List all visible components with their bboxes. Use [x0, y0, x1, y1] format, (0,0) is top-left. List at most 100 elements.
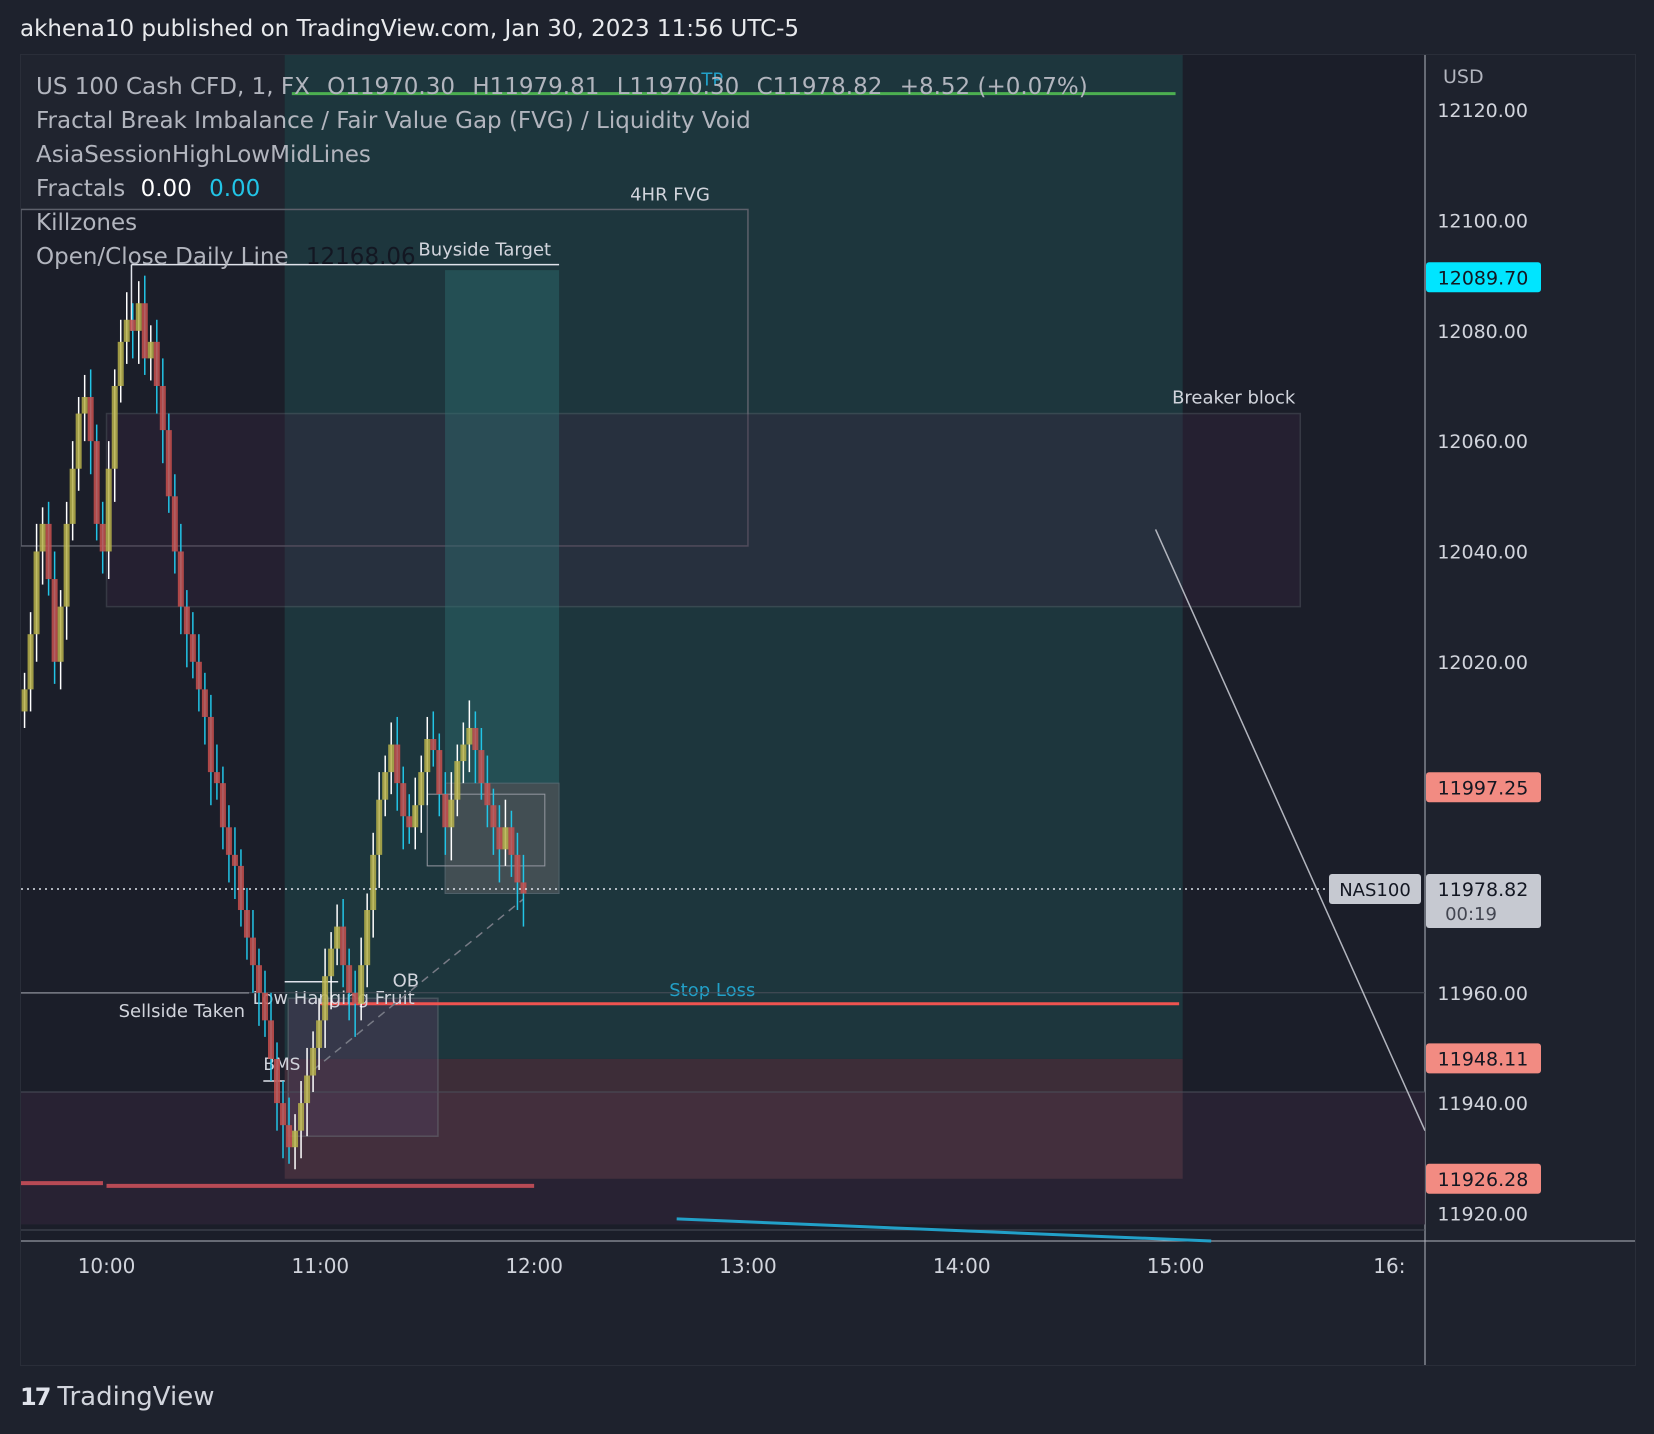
candle-body: [111, 385, 118, 469]
candle-body: [27, 634, 34, 690]
candle-body: [292, 1130, 299, 1148]
legend-indicator-fractals[interactable]: Fractals 0.00 0.00: [36, 172, 1088, 206]
candle-body: [117, 341, 124, 386]
candle-body: [63, 523, 70, 607]
candle-body: [81, 397, 88, 414]
y-tick-label: 12120.00: [1437, 100, 1528, 122]
legend-indicator-asia[interactable]: AsiaSessionHighLowMidLines: [36, 138, 1088, 172]
candle-body: [412, 805, 419, 828]
candle-body: [406, 816, 413, 828]
y-tick-label: 12080.00: [1437, 321, 1528, 343]
candle-body: [364, 910, 371, 966]
candle-body: [340, 926, 347, 966]
candle-body: [454, 761, 461, 800]
chart-legend: US 100 Cash CFD, 1, FX O11970.30 H11979.…: [36, 70, 1088, 274]
legend-indicator-fvg[interactable]: Fractal Break Imbalance / Fair Value Gap…: [36, 104, 1088, 138]
candle-body: [75, 413, 82, 469]
candle-body: [472, 727, 479, 751]
breaker-block-label: Breaker block: [1172, 388, 1296, 409]
legend-change: +8.52 (+0.07%): [899, 74, 1088, 100]
x-tick-label: 14:00: [933, 1254, 991, 1278]
candle-body: [304, 1075, 311, 1104]
candle-body: [237, 865, 244, 911]
legend-symbol: US 100 Cash CFD, 1, FX: [36, 74, 310, 100]
candle-body: [496, 827, 503, 850]
candle-body: [418, 772, 425, 806]
price-tag-label: 12089.70: [1438, 267, 1529, 289]
candle-body: [147, 341, 154, 359]
price-tag-label: 11997.25: [1438, 777, 1529, 799]
candle-body: [520, 882, 527, 894]
fractals-value-1: 0.00: [140, 176, 192, 202]
candle-body: [21, 689, 28, 712]
price-tag-label: 11926.28: [1438, 1169, 1529, 1191]
y-tick-label: 11960.00: [1437, 983, 1528, 1005]
candle-body: [195, 661, 202, 690]
legend-indicator-killzones[interactable]: Killzones: [36, 206, 1088, 240]
candle-body: [201, 689, 208, 717]
legend-low: L11970.30: [616, 74, 740, 100]
legend-indicator-open-close[interactable]: Open/Close Daily Line 12168.06: [36, 240, 1088, 274]
legend-symbol-row[interactable]: US 100 Cash CFD, 1, FX O11970.30 H11979.…: [36, 70, 1088, 104]
candle-body: [394, 744, 401, 784]
candle-body: [466, 727, 473, 745]
candle-body: [382, 772, 389, 800]
candle-body: [189, 634, 196, 662]
candle-body: [51, 579, 58, 662]
fractals-value-2: 0.00: [209, 176, 261, 202]
candle-body: [183, 606, 190, 635]
legend-open: O11970.30: [327, 74, 456, 100]
candle-body: [388, 744, 395, 773]
candle-body: [298, 1103, 305, 1131]
candle-body: [261, 992, 268, 1021]
y-tick-label: 12060.00: [1437, 431, 1528, 453]
candle-body: [171, 496, 178, 552]
tradingview-logo-text: TradingView: [57, 1382, 215, 1412]
symbol-tag-label: NAS100: [1339, 880, 1411, 901]
candle-body: [436, 750, 443, 795]
tradingview-logo[interactable]: 17 TradingView: [20, 1382, 215, 1412]
candle-body: [141, 303, 148, 359]
candle-body: [267, 1020, 274, 1059]
stop-loss-label: Stop Loss: [669, 980, 755, 1001]
y-tick-label: 12040.00: [1437, 541, 1528, 563]
candle-body: [33, 551, 40, 635]
x-tick-label: 11:00: [292, 1254, 350, 1278]
candle-body: [442, 794, 449, 828]
currency-label: USD: [1443, 66, 1484, 88]
fractals-label: Fractals: [36, 176, 126, 202]
candle-body: [39, 523, 46, 552]
candle-body: [274, 1058, 281, 1104]
candle-body: [135, 303, 142, 331]
candle-body: [400, 783, 407, 817]
x-tick-label: 10:00: [78, 1254, 136, 1278]
candle-body: [93, 441, 100, 524]
countdown-label: 00:19: [1445, 904, 1497, 925]
candle-body: [310, 1047, 317, 1076]
open-close-label: Open/Close Daily Line: [36, 244, 289, 270]
candle-body: [69, 468, 76, 524]
y-tick-label: 11920.00: [1437, 1203, 1528, 1225]
tradingview-mark-icon: 17: [20, 1383, 51, 1411]
breaker-block-box: [105, 412, 1302, 608]
x-tick-label: 13:00: [719, 1254, 777, 1278]
legend-close: C11978.82: [756, 74, 883, 100]
candle-body: [514, 854, 521, 883]
candle-body: [45, 523, 52, 580]
y-tick-label: 12020.00: [1437, 652, 1528, 674]
candle-body: [460, 744, 467, 762]
candle-body: [255, 965, 262, 993]
y-tick-label: 11940.00: [1437, 1093, 1528, 1115]
candle-body: [508, 827, 515, 855]
candle-body: [430, 739, 437, 751]
candle-body: [316, 1020, 323, 1048]
candle-body: [177, 551, 184, 607]
candle-body: [370, 854, 377, 911]
candle-body: [249, 937, 256, 966]
candle-body: [490, 805, 497, 828]
y-tick-label: 12100.00: [1437, 210, 1528, 232]
candle-body: [207, 716, 214, 773]
candle-body: [358, 965, 365, 1004]
price-tag-label: 11948.11: [1438, 1048, 1529, 1070]
candle-body: [57, 606, 64, 662]
